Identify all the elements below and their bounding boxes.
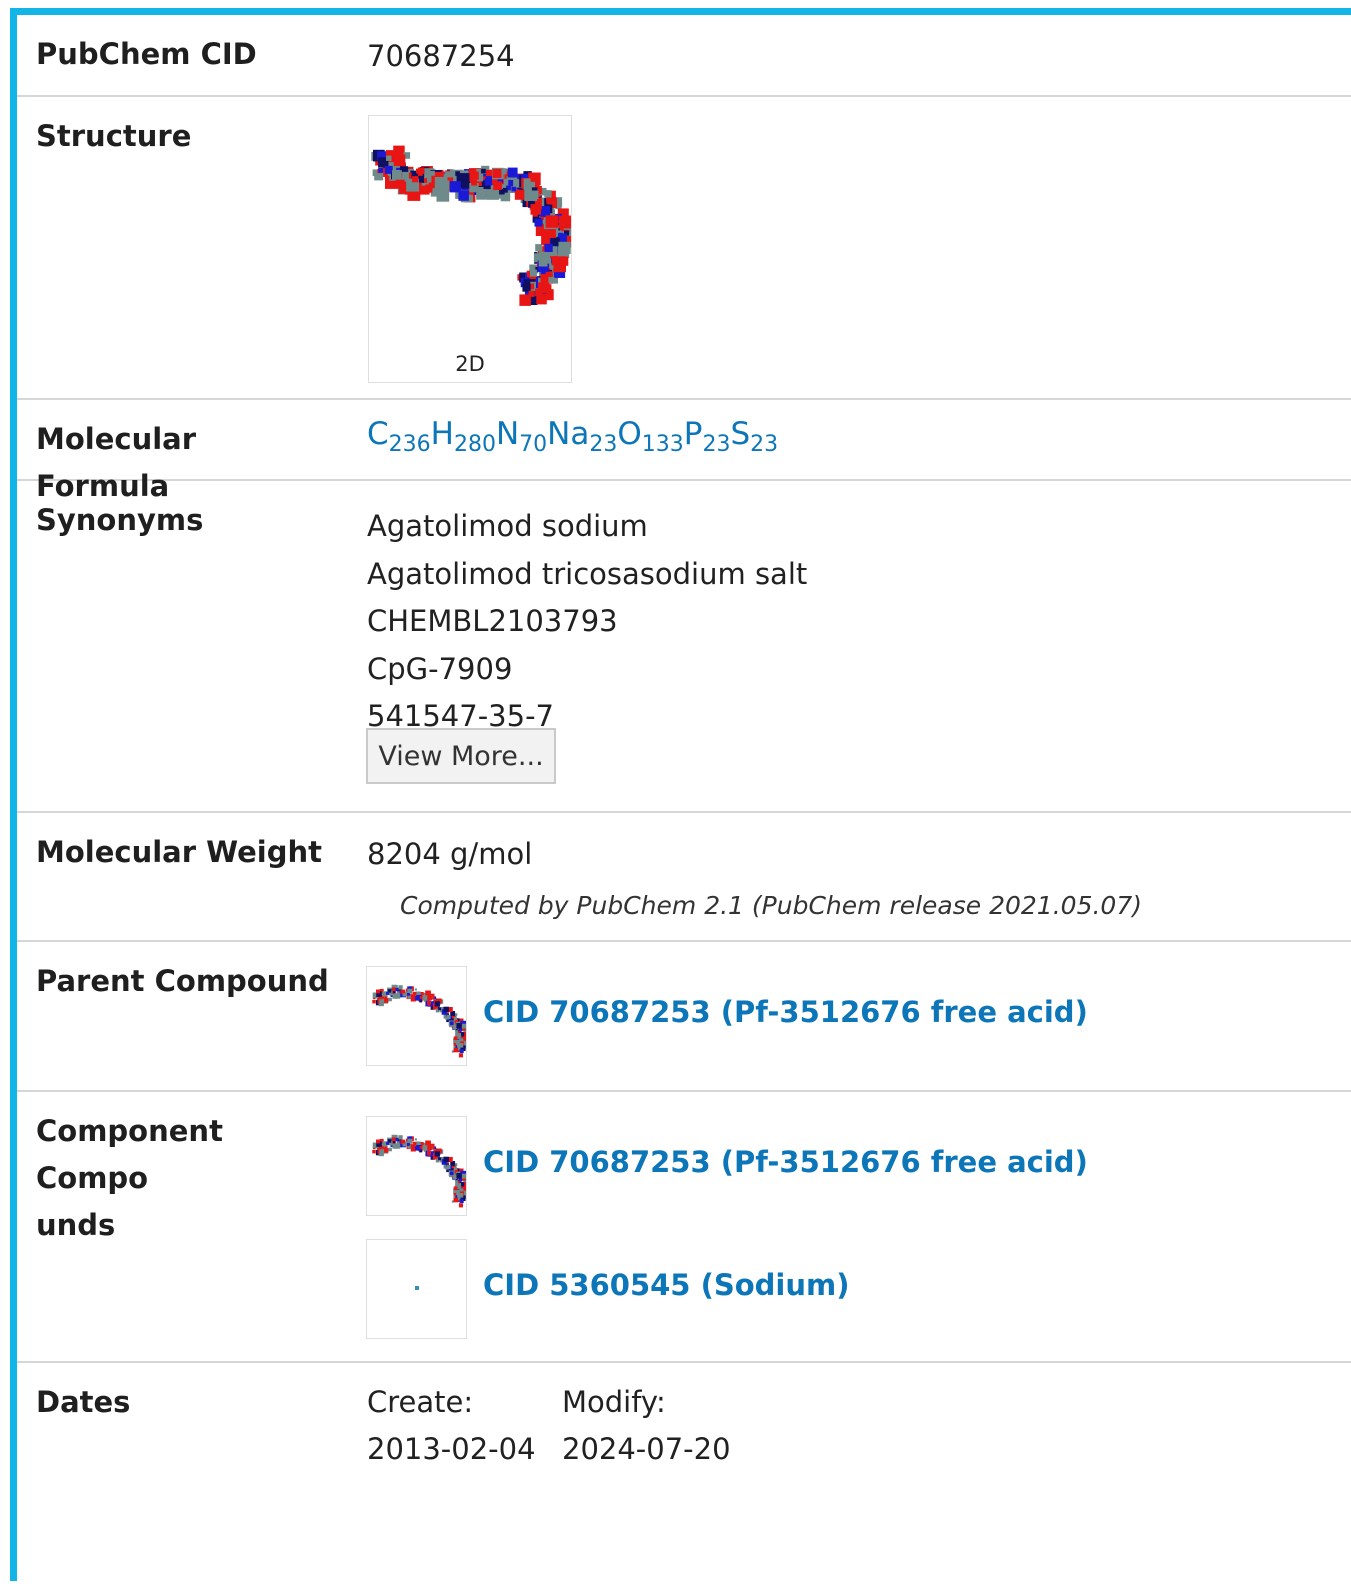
label-component-compounds-line1: Component Compo [36, 1114, 223, 1195]
synonym-item: Agatolimod sodium [367, 509, 648, 543]
molecular-weight-value: 8204 g/mol [367, 837, 533, 871]
formula-count: 23 [589, 432, 618, 457]
formula-element: C [367, 416, 389, 452]
formula-element: N [495, 416, 520, 452]
formula-element: O [617, 416, 642, 452]
row-dates: Dates Create: 2013-02-04 Modify: 2024-07… [17, 1363, 1351, 1593]
formula-count: 133 [641, 432, 684, 457]
label-synonyms: Synonyms [36, 503, 204, 537]
label-dates: Dates [36, 1385, 131, 1419]
row-molecular-weight: Molecular Weight 8204 g/mol Computed by … [17, 813, 1351, 942]
row-pubchem-cid: PubChem CID 70687254 [17, 15, 1351, 97]
formula-count: 280 [453, 432, 496, 457]
molecular-formula-link[interactable]: C236H280N70Na23O133P23S23 [367, 416, 778, 457]
computed-by-note: Computed by PubChem 2.1 (PubChem release… [400, 891, 1142, 920]
sodium-compound-link[interactable]: CID 5360545 (Sodium) [483, 1268, 849, 1302]
formula-element: P [683, 416, 703, 452]
label-pubchem-cid: PubChem CID [36, 37, 257, 71]
structure-2d-image[interactable]: 2D [368, 115, 572, 383]
label-molecular-weight: Molecular Weight [36, 835, 322, 869]
modify-date-value: 2024-07-20 [562, 1432, 731, 1466]
sodium-thumbnail[interactable] [366, 1239, 467, 1339]
molecule-structure-drawing [371, 145, 571, 306]
formula-element: Na [547, 416, 590, 452]
view-more-button[interactable]: View More... [366, 728, 556, 784]
row-synonyms: Synonyms Agatolimod sodium Agatolimod tr… [17, 481, 1351, 813]
pubchem-cid-value: 70687254 [367, 39, 515, 73]
formula-element: S [730, 416, 751, 452]
component-compound-thumbnail[interactable] [366, 1116, 470, 1216]
parent-structure-drawing [372, 984, 470, 1058]
structure-caption: 2D [455, 352, 485, 376]
formula-count: 236 [388, 432, 431, 457]
row-parent-compound: Parent Compound CID 70687253 (Pf-3512676… [17, 942, 1351, 1092]
create-date-label: Create: [367, 1385, 474, 1419]
row-molecular-formula: Molecular Formula C236H280N70Na23O133P23… [17, 400, 1351, 503]
component-compound-link[interactable]: CID 70687253 (Pf-3512676 free acid) [483, 1145, 1088, 1179]
label-component-compounds: Component Compo unds [36, 1108, 336, 1249]
compound-summary-panel: PubChem CID 70687254 Structure 2D Molecu… [10, 8, 1351, 1581]
label-parent-compound: Parent Compound [36, 964, 329, 998]
modify-date-label: Modify: [562, 1385, 666, 1419]
label-component-compounds-line2: unds [36, 1208, 116, 1242]
sodium-atom-drawing [415, 1286, 419, 1290]
parent-compound-thumbnail[interactable] [366, 966, 470, 1066]
row-structure: Structure 2D [17, 97, 1351, 400]
formula-count: 23 [750, 432, 779, 457]
modify-date: Modify: 2024-07-20 [562, 1379, 731, 1473]
create-date: Create: 2013-02-04 [367, 1379, 536, 1473]
row-component-compounds: Component Compo unds CID 70687253 (Pf-35… [17, 1092, 1351, 1363]
synonym-item: CHEMBL2103793 [367, 604, 618, 638]
component-structure-drawing [372, 1134, 470, 1208]
label-structure: Structure [36, 119, 192, 153]
formula-element: H [430, 416, 454, 452]
synonym-item: CpG-7909 [367, 652, 513, 686]
formula-count: 23 [702, 432, 731, 457]
synonym-item: Agatolimod tricosasodium salt [367, 557, 808, 591]
formula-count: 70 [519, 432, 548, 457]
parent-compound-link[interactable]: CID 70687253 (Pf-3512676 free acid) [483, 995, 1088, 1029]
create-date-value: 2013-02-04 [367, 1432, 536, 1466]
